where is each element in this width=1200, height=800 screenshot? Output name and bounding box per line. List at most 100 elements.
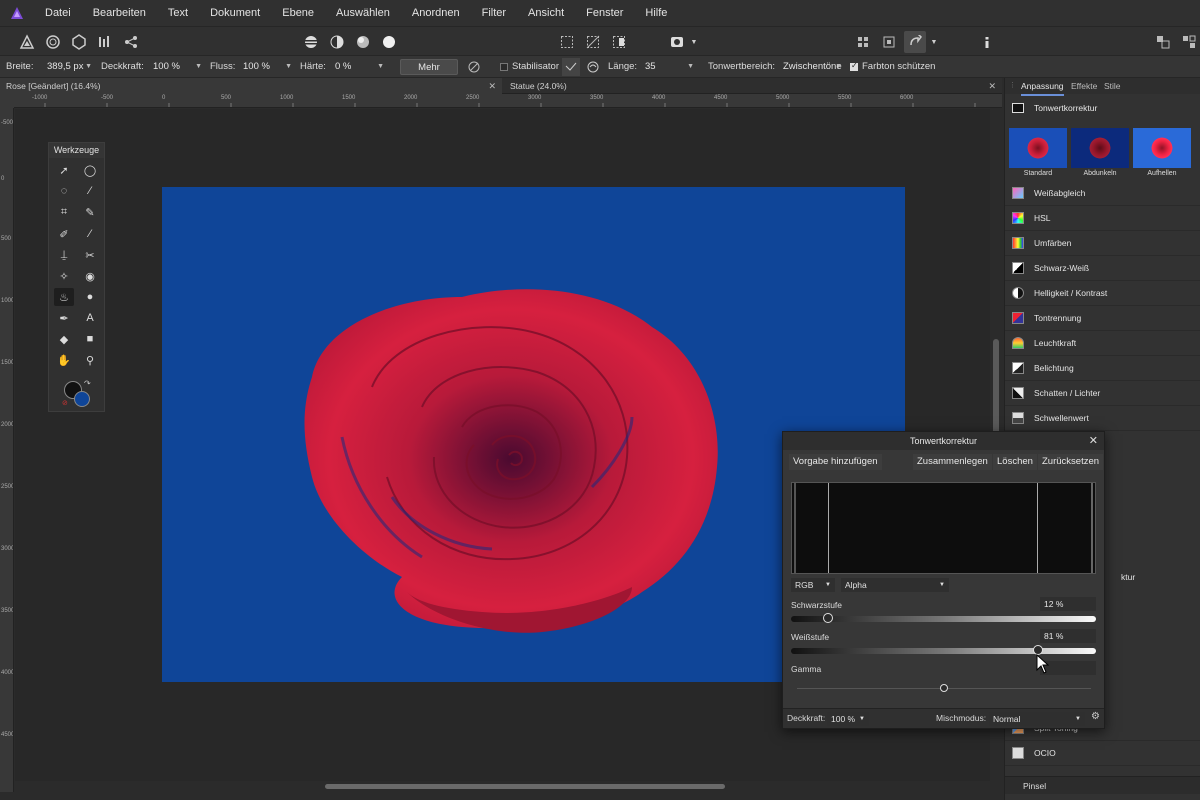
refine-mask-icon[interactable] xyxy=(666,31,688,53)
move-tool-icon[interactable]: ➚ xyxy=(54,161,74,179)
invert-selection-icon[interactable] xyxy=(582,31,604,53)
tab-anpassung[interactable]: Anpassung xyxy=(1021,78,1064,96)
adjustment-schatten-lichter[interactable]: Schatten / Lichter xyxy=(1005,381,1200,406)
preset-standard[interactable]: Standard xyxy=(1009,128,1067,188)
tonal-range-dropdown[interactable]: Zwischentöne ▼ xyxy=(780,60,844,74)
selection-brush-tool-icon[interactable]: ⁄ xyxy=(80,182,100,200)
crop-tool-icon[interactable]: ⌗ xyxy=(54,203,74,221)
tab-statue[interactable]: Statue (24.0%) ✕ xyxy=(504,78,1002,94)
blur-tool-icon[interactable]: ● xyxy=(80,288,100,306)
menu-hilfe[interactable]: Hilfe xyxy=(634,0,678,26)
flow-field[interactable]: 100 % ▼ xyxy=(240,60,294,74)
chevron-down-icon[interactable]: ▼ xyxy=(688,31,700,53)
menu-fenster[interactable]: Fenster xyxy=(575,0,634,26)
tab-effekte[interactable]: Effekte xyxy=(1071,78,1097,94)
slider-knob[interactable] xyxy=(822,613,833,623)
blend-mode-dropdown[interactable]: Normal ▼ xyxy=(989,712,1085,726)
info-icon[interactable] xyxy=(976,31,998,53)
menu-auswaehlen[interactable]: Auswählen xyxy=(325,0,401,26)
slider-knob[interactable] xyxy=(940,684,948,692)
close-icon[interactable]: ✕ xyxy=(988,78,996,94)
vertical-ruler[interactable]: -500 0 500 1000 1500 2000 2500 3000 3500… xyxy=(0,108,14,792)
menu-bearbeiten[interactable]: Bearbeiten xyxy=(82,0,157,26)
affinity-photo-logo-icon[interactable] xyxy=(0,0,34,26)
merge-button[interactable]: Zusammenlegen xyxy=(913,454,992,470)
black-level-slider[interactable] xyxy=(791,613,1096,623)
scroll-thumb[interactable] xyxy=(325,784,725,789)
snapping-toggle-icon[interactable] xyxy=(878,31,900,53)
swap-colors-icon[interactable]: ↷ xyxy=(84,379,91,388)
close-icon[interactable]: ✕ xyxy=(1089,432,1098,450)
preset-aufhellen[interactable]: Aufhellen xyxy=(1133,128,1191,188)
width-field[interactable]: 389,5 px ▼ xyxy=(44,60,94,74)
zoom-tool-icon[interactable]: ⚲ xyxy=(80,351,100,369)
clone-tool-icon[interactable]: ⍊ xyxy=(54,246,74,264)
adjustment-tontrennung[interactable]: Tontrennung xyxy=(1005,306,1200,331)
reset-colors-icon[interactable]: ⊘ xyxy=(62,399,68,407)
gear-icon[interactable]: ⚙ xyxy=(1091,711,1100,722)
gamma-slider[interactable] xyxy=(797,684,1091,692)
adjustment-ocio[interactable]: OCIO xyxy=(1005,741,1200,766)
length-field[interactable]: 35 ▼ xyxy=(642,60,696,74)
arrange-icon[interactable] xyxy=(1152,31,1174,53)
inpainting-tool-icon[interactable]: ✂ xyxy=(80,246,100,264)
protect-hue-checkbox[interactable] xyxy=(850,61,858,71)
opacity-dropdown[interactable]: 100 % ▼ xyxy=(827,712,869,726)
chevron-down-icon[interactable]: ▼ xyxy=(928,31,940,53)
tone-mapping-persona-icon[interactable] xyxy=(94,31,116,53)
color-picker-tool-icon[interactable]: ✎ xyxy=(80,203,100,221)
red-eye-tool-icon[interactable]: ◉ xyxy=(80,267,100,285)
quick-mask-icon[interactable] xyxy=(608,31,630,53)
adjustment-belichtung[interactable]: Belichtung xyxy=(1005,356,1200,381)
menu-filter[interactable]: Filter xyxy=(471,0,517,26)
hardness-field[interactable]: 0 % ▼ xyxy=(332,60,386,74)
reset-button[interactable]: Zurücksetzen xyxy=(1038,454,1104,470)
color-swatches[interactable]: ⊘ ↷ xyxy=(62,379,92,409)
adjustment-helligkeit-kontrast[interactable]: Helligkeit / Kontrast xyxy=(1005,281,1200,306)
preset-abdunkeln[interactable]: Abdunkeln xyxy=(1071,128,1129,188)
menu-dokument[interactable]: Dokument xyxy=(199,0,271,26)
menu-anordnen[interactable]: Anordnen xyxy=(401,0,471,26)
rectangle-tool-icon[interactable]: ■ xyxy=(80,330,100,348)
tab-stile[interactable]: Stile xyxy=(1104,78,1121,94)
auto-contrast-icon[interactable] xyxy=(326,31,348,53)
stabilizer-window-icon[interactable] xyxy=(584,58,602,76)
pixel-brush-tool-icon[interactable]: ⁄ xyxy=(80,225,100,243)
add-preset-button[interactable]: Vorgabe hinzufügen xyxy=(789,454,882,470)
text-tool-icon[interactable]: A xyxy=(80,309,100,327)
black-level-field[interactable]: 12 % xyxy=(1040,597,1096,611)
adjustment-weissabgleich[interactable]: Weißabgleich xyxy=(1005,181,1200,206)
horizontal-scrollbar[interactable] xyxy=(15,781,990,792)
menu-text[interactable]: Text xyxy=(157,0,199,26)
brush-pressure-icon[interactable] xyxy=(466,56,482,78)
dialog-titlebar[interactable]: Tonwertkorrektur ✕ xyxy=(783,432,1104,450)
develop-persona-icon[interactable] xyxy=(68,31,90,53)
channel-dropdown[interactable]: RGB ▼ xyxy=(791,578,835,592)
marquee-selection-icon[interactable] xyxy=(556,31,578,53)
auto-white-balance-icon[interactable] xyxy=(378,31,400,53)
stabilizer-checkbox[interactable] xyxy=(500,63,508,71)
stabilizer-rope-icon[interactable] xyxy=(562,58,580,76)
close-icon[interactable]: ✕ xyxy=(488,78,496,94)
opacity-field[interactable]: 100 % ▼ xyxy=(150,60,204,74)
adjustment-hsl[interactable]: HSL xyxy=(1005,206,1200,231)
adjustment-schwarz-weiss[interactable]: Schwarz-Weiß xyxy=(1005,256,1200,281)
distribute-icon[interactable] xyxy=(1178,31,1200,53)
white-level-slider[interactable] xyxy=(791,645,1096,655)
horizontal-ruler[interactable]: -1000 -500 0 500 1000 1500 2000 2500 300… xyxy=(14,94,1002,108)
export-persona-icon[interactable] xyxy=(120,31,142,53)
white-level-field[interactable]: 81 % xyxy=(1040,629,1096,643)
freehand-selection-tool-icon[interactable]: ◌ xyxy=(54,182,74,200)
panel-grip-icon[interactable]: ⋮ xyxy=(1009,78,1016,94)
auto-colors-icon[interactable] xyxy=(352,31,374,53)
assistant-icon[interactable] xyxy=(904,31,926,53)
dodge-burn-tool-icon[interactable]: ♨ xyxy=(54,288,74,306)
lasso-selection-tool-icon[interactable]: ◯ xyxy=(80,161,100,179)
paint-brush-tool-icon[interactable]: ✐ xyxy=(54,225,74,243)
adjustment-schwellenwert[interactable]: Schwellenwert xyxy=(1005,406,1200,431)
menu-ebene[interactable]: Ebene xyxy=(271,0,325,26)
adjustment-umfaerben[interactable]: Umfärben xyxy=(1005,231,1200,256)
patch-tool-icon[interactable]: ✧ xyxy=(54,267,74,285)
snapping-grid-icon[interactable] xyxy=(852,31,874,53)
hand-tool-icon[interactable]: ✋ xyxy=(54,351,74,369)
